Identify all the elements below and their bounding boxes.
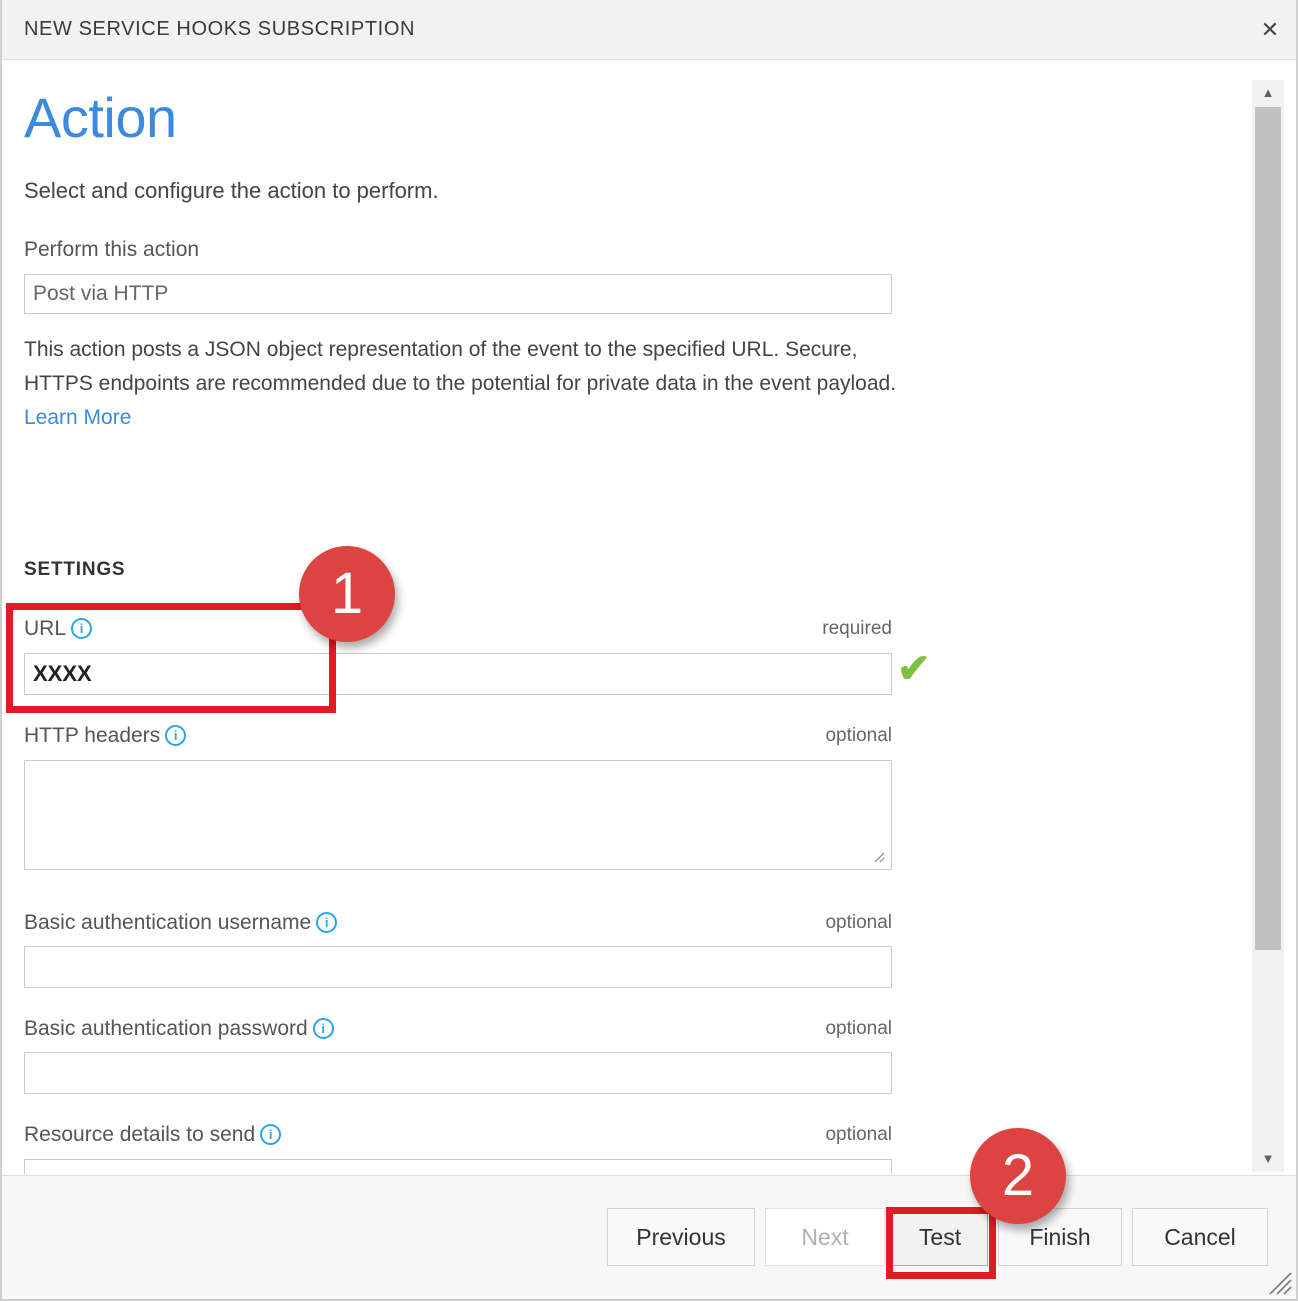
cancel-button[interactable]: Cancel <box>1132 1208 1268 1266</box>
dialog-content: Action Select and configure the action t… <box>2 61 1238 1174</box>
page-title: Action <box>24 90 177 146</box>
basic-auth-username-label: Basic authentication usernamei <box>24 911 337 935</box>
info-icon[interactable]: i <box>316 912 337 933</box>
url-label: URLi <box>24 617 92 641</box>
action-description: This action posts a JSON object represen… <box>24 333 904 435</box>
basic-auth-username-requirement: optional <box>825 912 892 934</box>
settings-heading: SETTINGS <box>24 559 125 581</box>
valid-check-icon: ✔ <box>897 649 931 689</box>
page-subtitle: Select and configure the action to perfo… <box>24 178 439 204</box>
scroll-down-arrow-icon[interactable]: ▼ <box>1252 1146 1284 1172</box>
url-requirement: required <box>822 618 892 640</box>
close-icon[interactable]: ✕ <box>1250 10 1290 50</box>
previous-button[interactable]: Previous <box>607 1208 755 1266</box>
scrollbar-thumb[interactable] <box>1255 107 1281 950</box>
new-service-hooks-subscription-dialog: NEW SERVICE HOOKS SUBSCRIPTION ✕ Action … <box>0 0 1298 1301</box>
next-button: Next <box>765 1208 885 1266</box>
info-icon[interactable]: i <box>260 1124 281 1145</box>
dialog-resize-grip[interactable] <box>1266 1269 1292 1295</box>
basic-auth-password-input[interactable] <box>24 1052 892 1094</box>
http-headers-label: HTTP headersi <box>24 724 186 748</box>
basic-auth-username-label-text: Basic authentication username <box>24 911 311 934</box>
info-icon[interactable]: i <box>313 1018 334 1039</box>
basic-auth-password-label: Basic authentication passwordi <box>24 1017 334 1041</box>
url-label-text: URL <box>24 617 66 640</box>
basic-auth-password-requirement: optional <box>825 1018 892 1040</box>
basic-auth-username-input[interactable] <box>24 946 892 988</box>
resource-details-requirement: optional <box>825 1124 892 1146</box>
finish-button[interactable]: Finish <box>998 1208 1122 1266</box>
basic-auth-password-label-text: Basic authentication password <box>24 1017 308 1040</box>
perform-action-label: Perform this action <box>24 238 199 262</box>
perform-action-select[interactable] <box>24 274 892 314</box>
resource-details-label: Resource details to sendi <box>24 1123 281 1147</box>
resource-details-label-text: Resource details to send <box>24 1123 255 1146</box>
learn-more-link[interactable]: Learn More <box>24 406 131 429</box>
url-input[interactable] <box>24 653 892 695</box>
http-headers-textarea[interactable] <box>24 760 892 870</box>
http-headers-requirement: optional <box>825 725 892 747</box>
info-icon[interactable]: i <box>71 618 92 639</box>
action-description-text: This action posts a JSON object represen… <box>24 338 896 395</box>
content-scrollbar[interactable]: ▲ ▼ <box>1252 80 1284 1172</box>
info-icon[interactable]: i <box>165 725 186 746</box>
test-button[interactable]: Test <box>892 1208 988 1266</box>
dialog-titlebar: NEW SERVICE HOOKS SUBSCRIPTION ✕ <box>2 0 1298 60</box>
dialog-title: NEW SERVICE HOOKS SUBSCRIPTION <box>24 18 415 41</box>
scroll-up-arrow-icon[interactable]: ▲ <box>1252 80 1284 106</box>
dialog-footer: Previous Next Test Finish Cancel <box>2 1175 1296 1297</box>
http-headers-label-text: HTTP headers <box>24 724 160 747</box>
resource-details-input[interactable] <box>24 1159 892 1174</box>
